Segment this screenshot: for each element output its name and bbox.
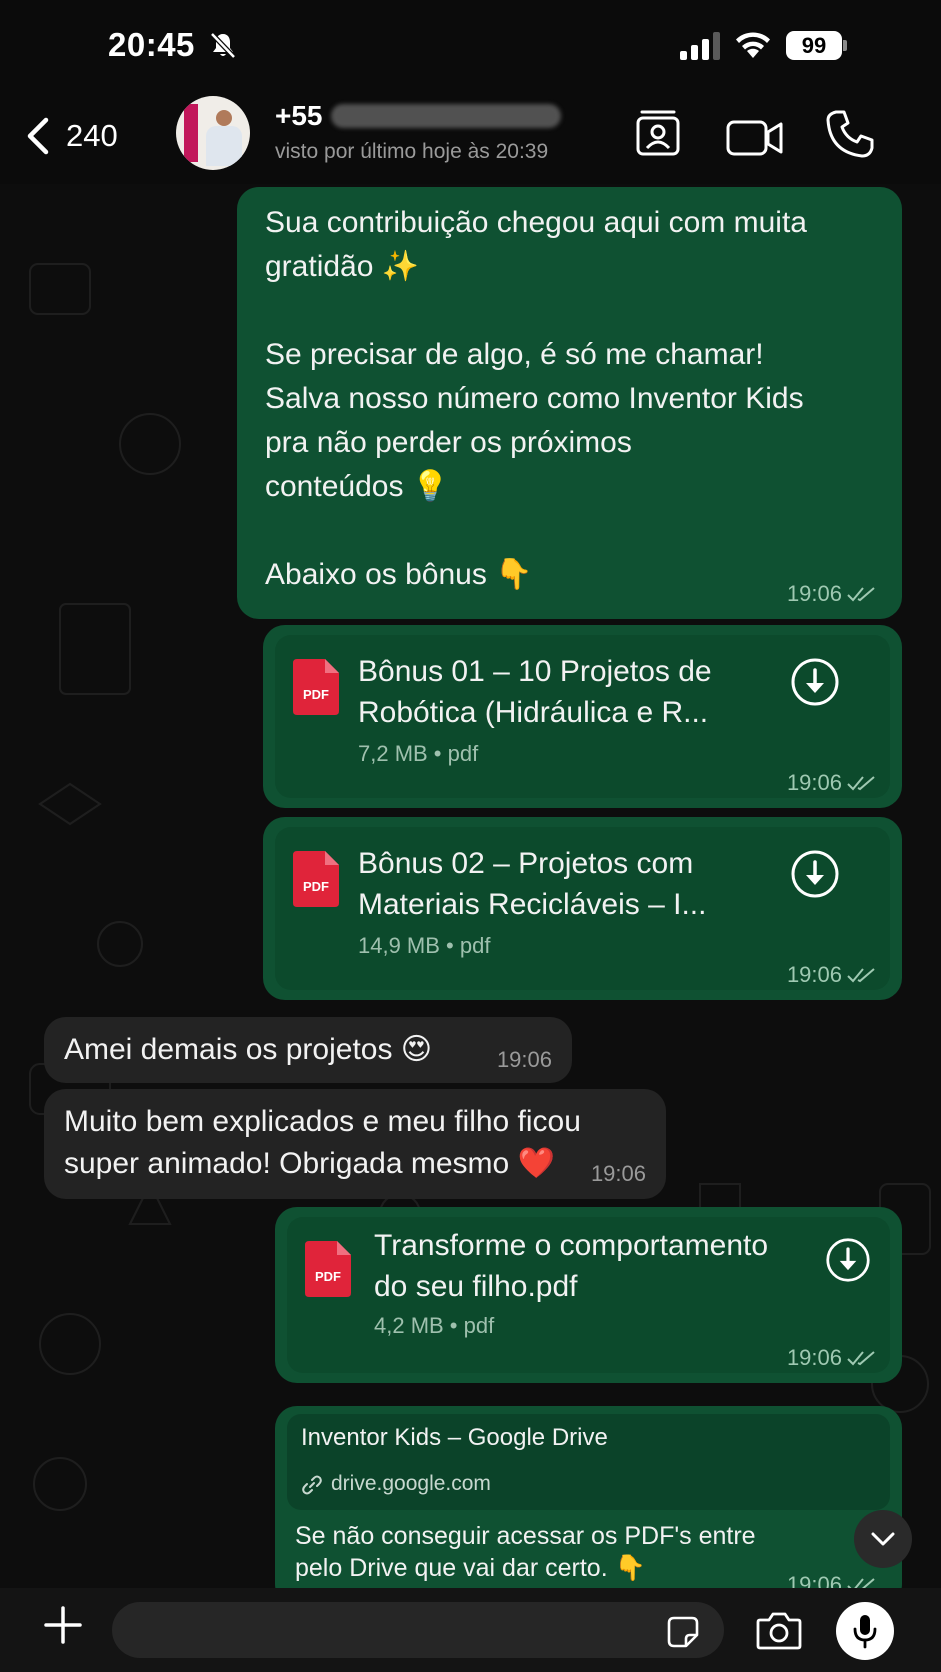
timestamp-text: 19:06 [786, 1572, 842, 1588]
document-meta: 4,2 MB • pdf [374, 1313, 495, 1338]
message-timestamp: 19:06 [787, 1572, 878, 1588]
last-seen-status: visto por último hoje às 20:39 [275, 140, 549, 163]
avatar-detail [184, 104, 198, 162]
read-receipt-icon [847, 776, 875, 791]
document-meta: 14,9 MB • pdf [358, 933, 491, 958]
message-line: pelo Drive que vai dar certo. 👇 [295, 1554, 646, 1582]
message-line: super animado! Obrigada mesmo ❤️ [64, 1147, 555, 1180]
plus-icon[interactable] [40, 1602, 86, 1648]
document-title: do seu filho.pdf [374, 1270, 578, 1303]
message-line: Salva nosso número como Inventor Kids [265, 382, 804, 415]
avatar-detail [206, 126, 242, 166]
timestamp-text: 19:06 [786, 770, 842, 795]
download-icon[interactable] [790, 849, 840, 899]
timestamp-text: 19:06 [786, 1345, 842, 1370]
video-call-icon[interactable] [726, 110, 784, 166]
document-message[interactable]: PDF Transforme o comportamento do seu fi… [275, 1207, 902, 1383]
microphone-button[interactable] [836, 1602, 894, 1660]
chevron-left-icon [27, 117, 49, 155]
chat-header: 240 +55 visto por último hoje às 20:39 [0, 92, 941, 184]
pdf-label: PDF [303, 879, 329, 894]
bell-muted-icon [210, 32, 236, 59]
document-title: Robótica (Hidráulica e R... [358, 696, 709, 729]
message-timestamp: 19:06 [787, 1345, 878, 1371]
read-receipt-icon [847, 1351, 875, 1366]
message-bubble-incoming[interactable]: Amei demais os projetos 😍 19:06 [44, 1017, 572, 1083]
microphone-icon [853, 1615, 877, 1649]
read-receipt-icon [847, 968, 875, 983]
pdf-file-icon: PDF [293, 851, 339, 907]
link-preview-url: drive.google.com [331, 1472, 491, 1495]
link-preview-card[interactable]: Inventor Kids – Google Drive drive.googl… [287, 1414, 890, 1510]
message-timestamp: 19:06 [787, 770, 878, 796]
message-line: Se não conseguir acessar os PDF's entre [295, 1522, 756, 1550]
contact-name[interactable]: +55 [275, 100, 561, 132]
document-title: Bônus 01 – 10 Projetos de [358, 655, 712, 688]
unread-count: 240 [66, 118, 118, 153]
message-timestamp: 19:06 [787, 962, 878, 988]
message-timestamp: 19:06 [590, 1161, 646, 1186]
download-icon[interactable] [790, 657, 840, 707]
timestamp-text: 19:06 [786, 962, 842, 987]
cellular-signal-icon [680, 32, 720, 60]
timestamp-text: 19:06 [786, 581, 842, 606]
chat-area[interactable]: Sua contribuição chegou aqui com muita g… [0, 184, 941, 1588]
message-input[interactable] [112, 1602, 724, 1658]
message-line: Se precisar de algo, é só me chamar! [265, 338, 764, 371]
redacted-number [330, 104, 561, 128]
pdf-file-icon: PDF [305, 1241, 351, 1297]
read-receipt-icon [847, 587, 875, 602]
message-timestamp: 19:06 [787, 581, 878, 607]
pdf-label: PDF [315, 1269, 341, 1284]
contact-name-text: +55 [275, 100, 323, 131]
link-message[interactable]: Inventor Kids – Google Drive drive.googl… [275, 1406, 902, 1588]
status-time: 20:45 [108, 26, 195, 63]
contact-card-icon[interactable] [630, 106, 686, 162]
pdf-label: PDF [303, 687, 329, 702]
message-line [265, 289, 807, 333]
message-bubble-outgoing[interactable]: Sua contribuição chegou aqui com muita g… [237, 187, 902, 619]
document-meta: 7,2 MB • pdf [358, 741, 479, 766]
message-line: Sua contribuição chegou aqui com muita [265, 206, 807, 239]
message-line [265, 509, 807, 553]
battery-indicator: 99 [786, 31, 842, 60]
message-composer [0, 1588, 941, 1672]
sticker-icon[interactable] [666, 1615, 700, 1649]
document-message[interactable]: PDF Bônus 02 – Projetos com Materiais Re… [263, 817, 902, 1000]
back-button[interactable]: 240 [24, 108, 118, 164]
message-line: pra não perder os próximos [265, 426, 632, 459]
download-icon[interactable] [825, 1237, 871, 1283]
avatar-detail [216, 110, 232, 126]
scroll-to-bottom-button[interactable] [854, 1510, 912, 1568]
message-text: Amei demais os projetos 😍 [64, 1033, 433, 1066]
wifi-icon [736, 32, 770, 58]
pdf-file-icon: PDF [293, 659, 339, 715]
link-preview-title: Inventor Kids – Google Drive [301, 1424, 608, 1451]
phone-call-icon[interactable] [822, 106, 878, 162]
message-bubble-incoming[interactable]: Muito bem explicados e meu filho ficou s… [44, 1089, 666, 1199]
message-timestamp: 19:06 [496, 1047, 552, 1072]
message-line: conteúdos 💡 [265, 470, 450, 503]
read-receipt-icon [847, 1578, 875, 1588]
message-line: gratidão ✨ [265, 250, 420, 283]
battery-tip [843, 40, 847, 51]
message-line: Muito bem explicados e meu filho ficou [64, 1105, 581, 1138]
message-line: Abaixo os bônus 👇 [265, 558, 533, 591]
chevron-down-icon [871, 1532, 895, 1546]
link-icon [302, 1475, 322, 1495]
document-title: Materiais Recicláveis – I... [358, 888, 707, 921]
avatar[interactable] [176, 96, 250, 170]
document-title: Bônus 02 – Projetos com [358, 847, 694, 880]
camera-icon[interactable] [756, 1610, 802, 1650]
status-bar: 20:45 99 [0, 0, 941, 92]
document-title: Transforme o comportamento [374, 1229, 769, 1262]
document-message[interactable]: PDF Bônus 01 – 10 Projetos de Robótica (… [263, 625, 902, 808]
